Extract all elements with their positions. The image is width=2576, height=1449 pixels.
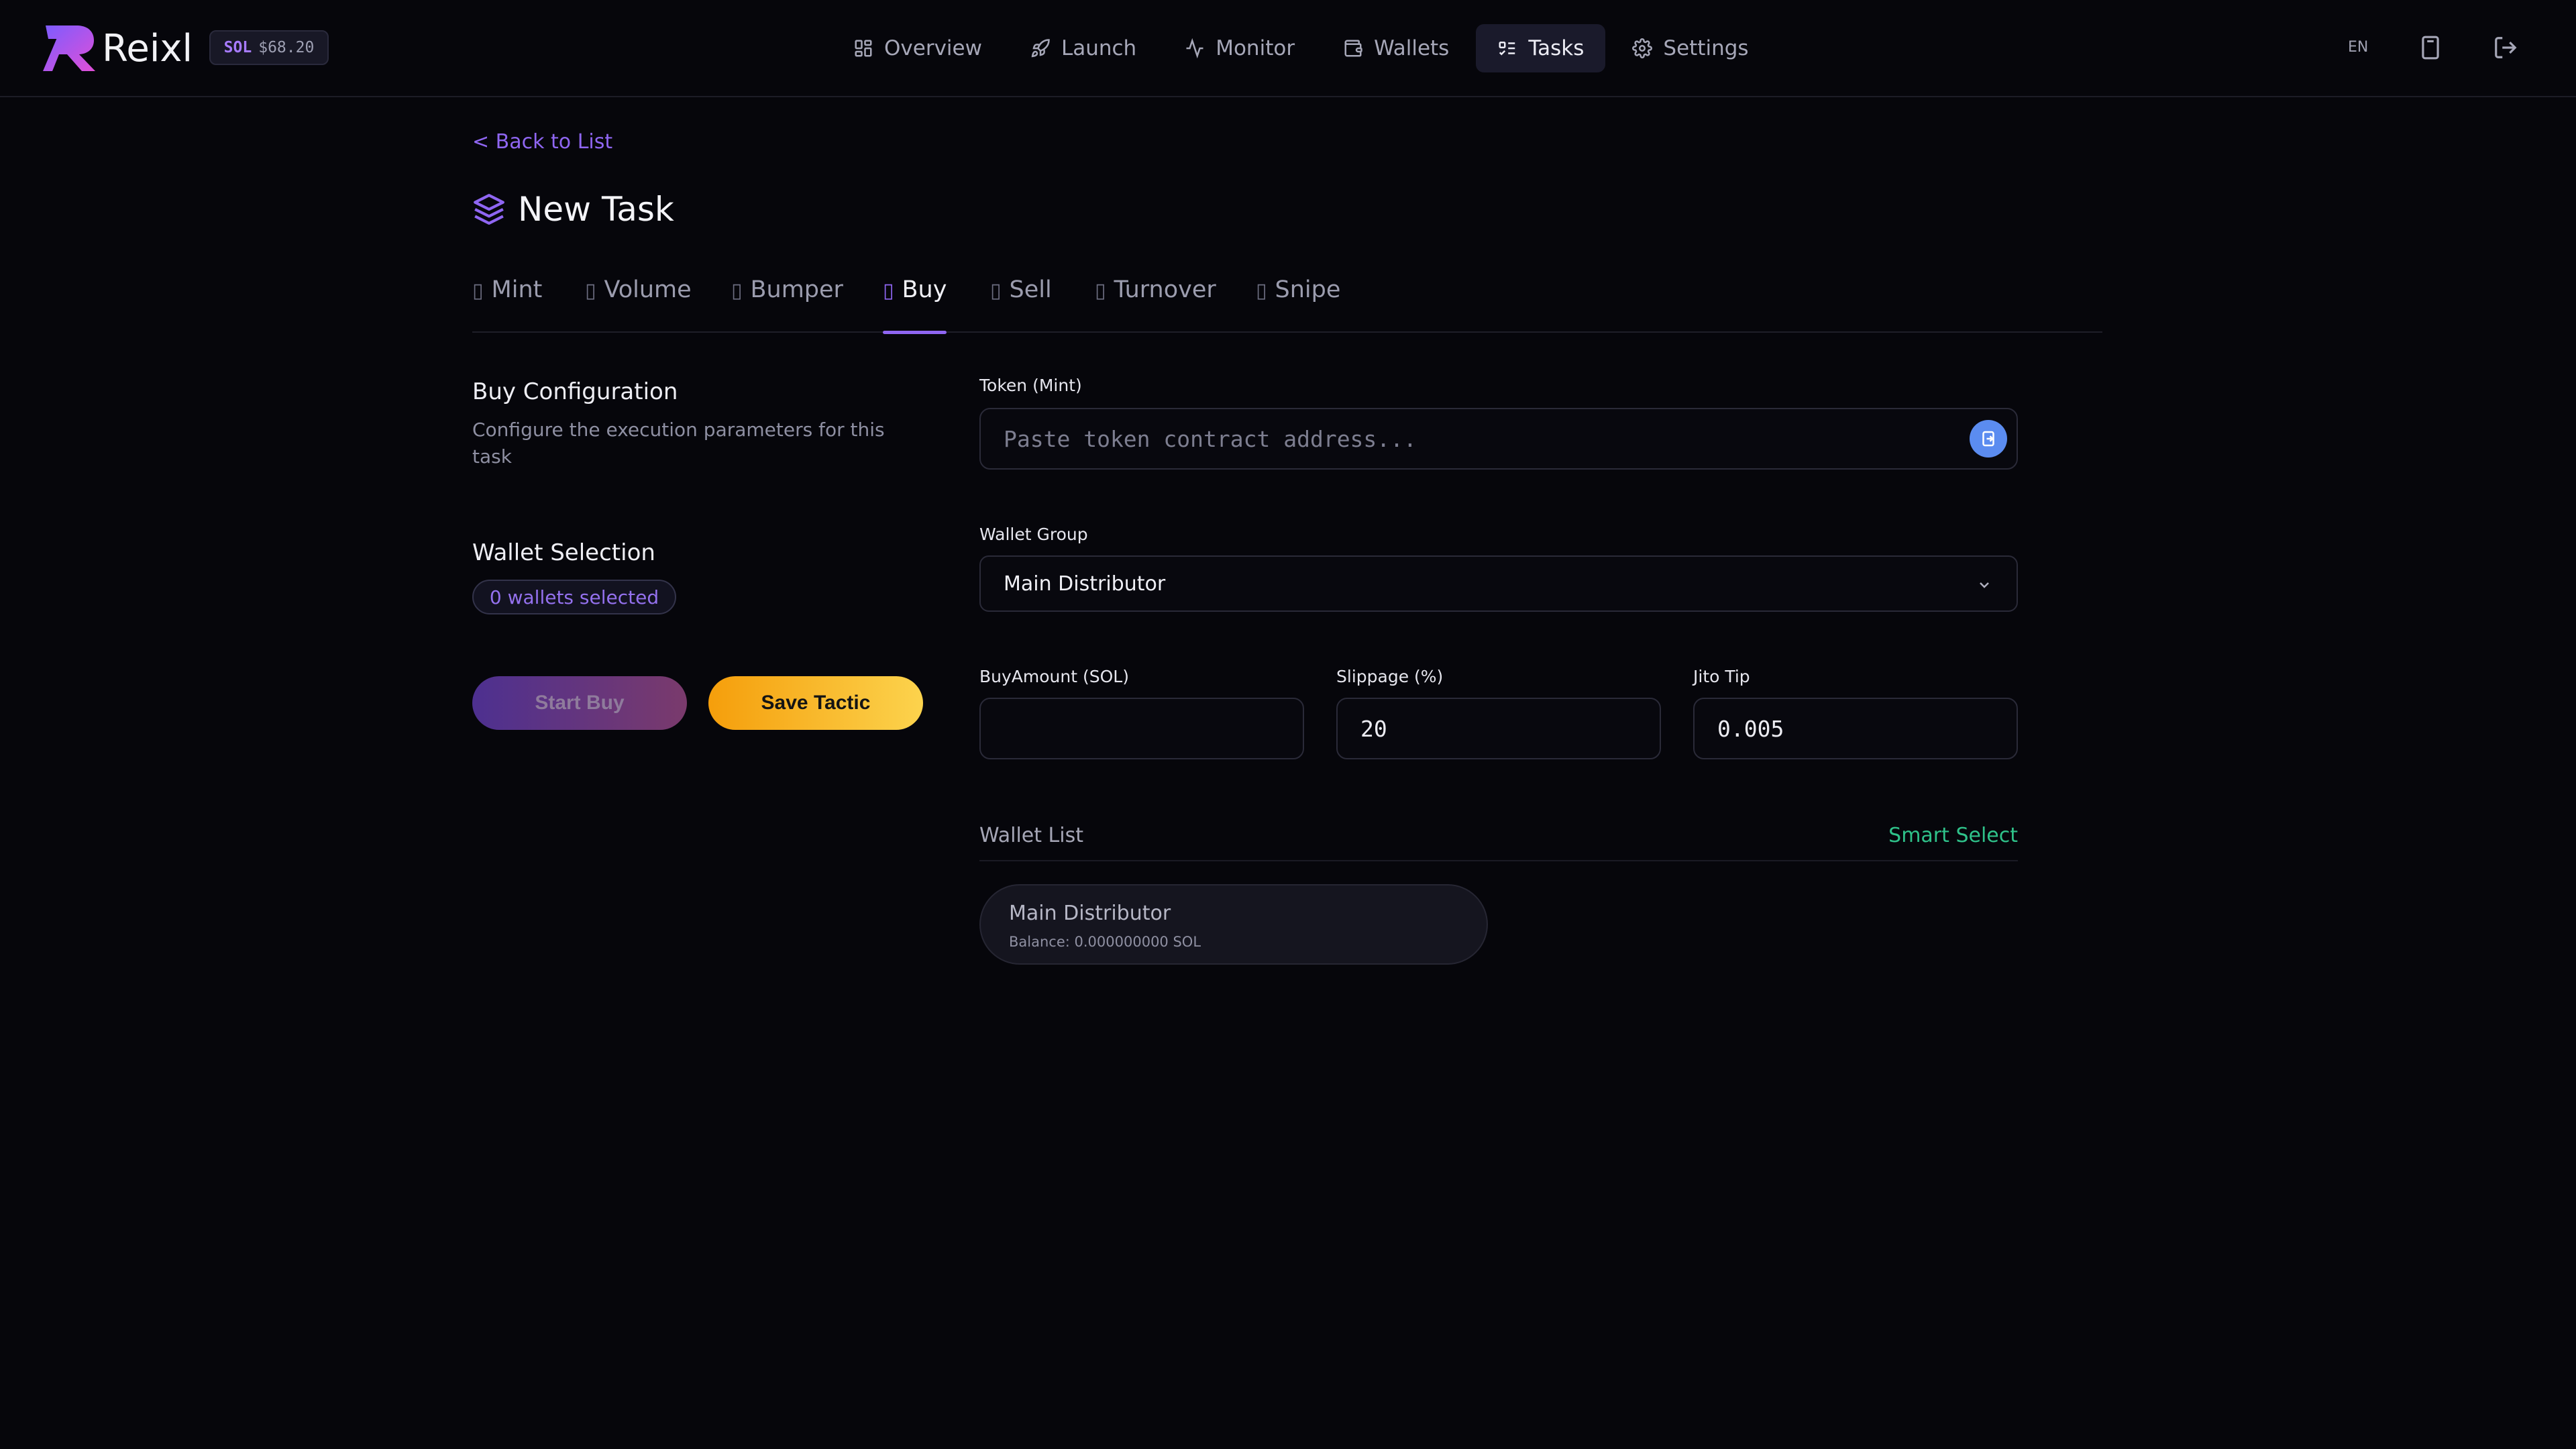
tab-snipe[interactable]: ▯ Snipe <box>1256 268 1340 333</box>
tab-buy[interactable]: ▯ Buy <box>883 268 947 334</box>
nav-settings[interactable]: Settings <box>1611 24 1770 72</box>
nav-launch[interactable]: Launch <box>1009 24 1158 72</box>
save-tactic-button[interactable]: Save Tactic <box>708 676 923 730</box>
jito-tip-input[interactable]: 0.005 <box>1693 698 2018 759</box>
nav-tasks[interactable]: Tasks <box>1476 24 1606 72</box>
grid-icon <box>855 40 872 57</box>
wallet-list-title: Wallet List <box>979 824 1083 847</box>
clipboard-paste-icon <box>1982 431 1994 447</box>
buy-amount-label: BuyAmount (SOL) <box>979 667 1129 686</box>
start-buy-button[interactable]: Start Buy <box>472 676 687 730</box>
reixl-logo-icon <box>43 25 95 71</box>
rocket-icon <box>1031 39 1050 58</box>
nav-monitor-label: Monitor <box>1216 36 1295 60</box>
tab-sell-icon: ▯ <box>990 279 1002 303</box>
jito-tip-value: 0.005 <box>1717 715 1784 742</box>
tab-turnover-icon: ▯ <box>1095 279 1106 303</box>
logout-icon <box>2495 37 2517 58</box>
chevron-down-icon <box>1980 582 1989 588</box>
tab-bumper-label: Bumper <box>750 276 843 303</box>
page-header: New Task <box>472 190 674 229</box>
jito-tip-label: Jito Tip <box>1693 667 1750 686</box>
token-placeholder: Paste token contract address... <box>1004 425 1417 452</box>
buy-config-title: Buy Configuration <box>472 378 678 405</box>
brand-name: Reixl <box>102 26 193 70</box>
token-label: Token (Mint) <box>979 376 1082 395</box>
list-checks-icon <box>1499 42 1515 56</box>
slippage-input[interactable]: 20 <box>1336 698 1661 759</box>
logout-button[interactable] <box>2493 35 2518 60</box>
language-switch[interactable]: EN <box>2348 39 2368 56</box>
tab-bumper-icon: ▯ <box>731 279 743 303</box>
tab-sell[interactable]: ▯ Sell <box>990 268 1052 333</box>
token-input[interactable]: Paste token contract address... <box>979 408 2018 470</box>
tab-bumper[interactable]: ▯ Bumper <box>731 268 843 333</box>
nav-tasks-label: Tasks <box>1528 36 1585 60</box>
page-title: New Task <box>518 190 674 229</box>
task-type-tabs: ▯ Mint ▯ Volume ▯ Bumper ▯ Buy ▯ Sell ▯ … <box>472 268 2102 334</box>
paste-token-button[interactable] <box>1970 420 2007 458</box>
tab-mint[interactable]: ▯ Mint <box>472 268 542 333</box>
sol-label: SOL <box>223 39 252 56</box>
buy-config-description: Configure the execution parameters for t… <box>472 419 885 468</box>
tab-snipe-icon: ▯ <box>1256 279 1267 303</box>
nav-overview[interactable]: Overview <box>832 24 1004 72</box>
nav-wallets[interactable]: Wallets <box>1322 24 1470 72</box>
back-to-list-link[interactable]: < Back to List <box>472 130 612 154</box>
tab-volume[interactable]: ▯ Volume <box>585 268 692 333</box>
tab-mint-label: Mint <box>491 276 543 303</box>
tab-snipe-label: Snipe <box>1275 276 1341 303</box>
main-nav: Overview Launch Monitor Wallets Tasks Se… <box>832 24 1770 72</box>
tab-turnover-label: Turnover <box>1114 276 1216 303</box>
wallet-group-select[interactable]: Main Distributor <box>979 555 2018 612</box>
slippage-label: Slippage (%) <box>1336 667 1444 686</box>
brand-logo[interactable]: Reixl <box>42 23 193 74</box>
calculator-icon <box>2422 36 2439 60</box>
sol-price-badge: SOL $68.20 <box>209 30 329 65</box>
sol-price: $68.20 <box>258 39 315 56</box>
wallet-icon <box>1344 40 1362 57</box>
buy-amount-input[interactable] <box>979 698 1304 759</box>
top-navbar: Reixl SOL $68.20 Overview Launch Monitor… <box>0 0 2576 97</box>
nav-overview-label: Overview <box>884 36 982 60</box>
activity-icon <box>1186 38 1203 58</box>
calculator-button[interactable] <box>2418 35 2443 60</box>
wallet-list-header: Wallet List Smart Select <box>979 821 2018 861</box>
gear-icon <box>1632 38 1653 58</box>
wallet-balance: Balance: 0.000000000 SOL <box>1009 934 1201 950</box>
wallet-selection-title: Wallet Selection <box>472 539 655 566</box>
wallet-group-value: Main Distributor <box>1004 572 1166 596</box>
nav-launch-label: Launch <box>1061 36 1137 60</box>
nav-wallets-label: Wallets <box>1374 36 1450 60</box>
nav-monitor[interactable]: Monitor <box>1163 24 1316 72</box>
nav-settings-label: Settings <box>1663 36 1749 60</box>
tab-buy-label: Buy <box>902 276 947 303</box>
wallet-group-label: Wallet Group <box>979 525 1088 544</box>
slippage-value: 20 <box>1360 715 1387 742</box>
wallet-card[interactable]: Main Distributor Balance: 0.000000000 SO… <box>979 884 1488 965</box>
tab-sell-label: Sell <box>1009 276 1052 303</box>
wallets-selected-badge: 0 wallets selected <box>472 580 676 614</box>
tab-turnover[interactable]: ▯ Turnover <box>1095 268 1216 333</box>
tab-buy-icon: ▯ <box>883 279 894 303</box>
layers-icon <box>474 194 504 225</box>
tab-mint-icon: ▯ <box>472 279 484 303</box>
tab-volume-icon: ▯ <box>585 279 596 303</box>
wallet-name: Main Distributor <box>1009 902 1171 925</box>
smart-select-button[interactable]: Smart Select <box>1888 824 2018 847</box>
tab-volume-label: Volume <box>604 276 692 303</box>
